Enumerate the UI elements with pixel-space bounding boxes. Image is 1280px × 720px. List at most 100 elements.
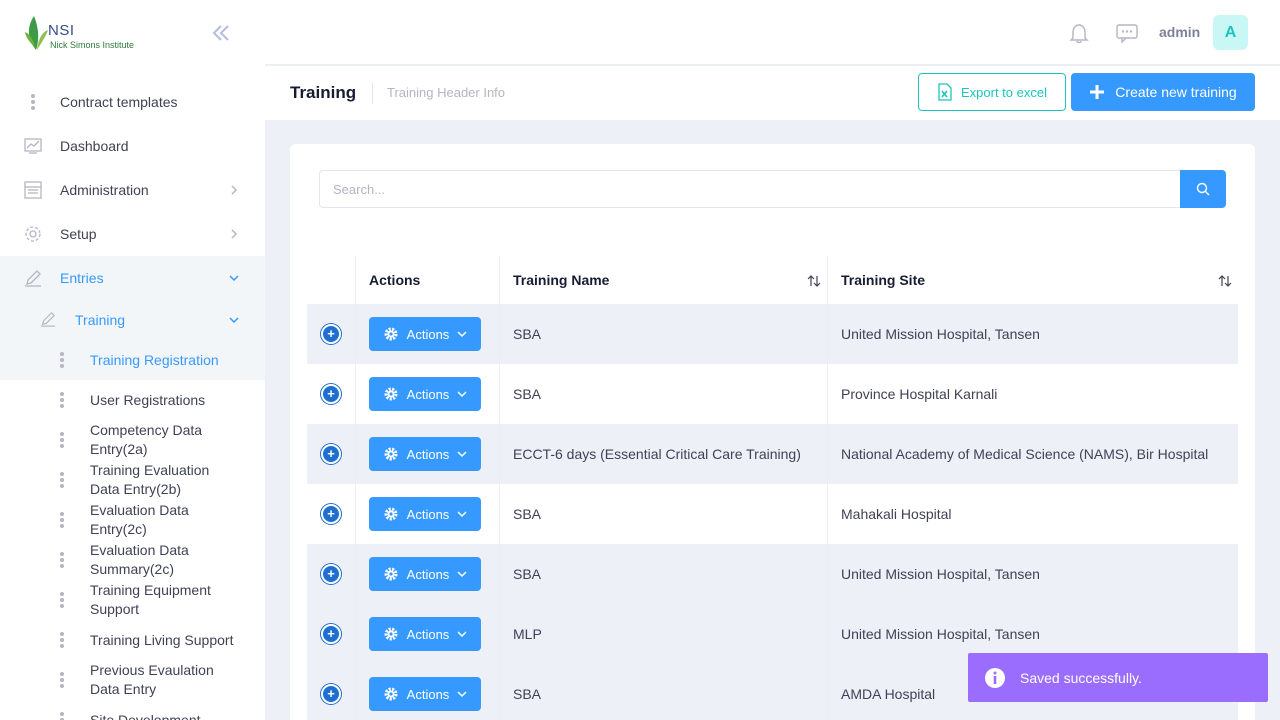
sidebar-leaf-user-registrations[interactable]: User Registrations — [0, 380, 265, 420]
row-actions-label: Actions — [406, 566, 450, 582]
search-button[interactable] — [1180, 170, 1226, 208]
sidebar-leaf-label: Competency Data Entry(2a) — [90, 422, 203, 457]
sidebar-leaf-site-development[interactable]: Site Development — [0, 700, 265, 720]
excel-file-icon — [938, 83, 952, 101]
sidebar-leaf-label: Training Equipment Support — [90, 582, 211, 617]
dots-vertical-icon — [60, 592, 64, 608]
dots-vertical-icon — [60, 512, 64, 528]
training-name-cell: ECCT-6 days (Essential Critical Care Tra… — [499, 424, 827, 484]
sidebar-item-label: Dashboard — [60, 138, 129, 154]
row-actions-button[interactable]: Actions — [369, 317, 481, 351]
brand-name: NSI — [48, 22, 75, 39]
dots-vertical-icon — [60, 672, 64, 688]
sidebar-leaf-competency[interactable]: Competency Data Entry(2a) — [0, 420, 265, 460]
expand-row-button[interactable]: + — [321, 444, 341, 464]
sidebar-item-dashboard[interactable]: Dashboard — [0, 124, 265, 168]
sidebar-leaf-label: Training Living Support — [90, 631, 234, 648]
actions-cell: Actions — [355, 604, 499, 664]
search-icon — [1196, 182, 1210, 196]
gear-icon — [384, 387, 398, 401]
search-input[interactable] — [319, 170, 1181, 208]
column-header-training-name[interactable]: Training Name — [499, 256, 827, 304]
table-header: Actions Training Name Training Site — [307, 256, 1238, 304]
dots-vertical-icon — [60, 392, 64, 408]
expand-row-button[interactable]: + — [321, 564, 341, 584]
expand-cell: + — [307, 304, 355, 364]
training-site-cell: United Mission Hospital, Tansen — [827, 304, 1238, 364]
gear-icon — [384, 627, 398, 641]
expand-row-button[interactable]: + — [321, 324, 341, 344]
sidebar-leaf-training-registration[interactable]: Training Registration — [0, 340, 265, 380]
sidebar-item-label: Contract templates — [60, 94, 178, 110]
sort-icon[interactable] — [807, 274, 821, 288]
sidebar-collapse-button[interactable] — [210, 22, 232, 44]
dots-vertical-icon — [60, 552, 64, 568]
export-excel-button[interactable]: Export to excel — [918, 73, 1066, 111]
actions-cell: Actions — [355, 664, 499, 720]
sidebar-item-label: Entries — [60, 270, 104, 286]
sidebar-leaf-evaluation-entry[interactable]: Evaluation Data Entry(2c) — [0, 500, 265, 540]
sidebar-leaf-living-support[interactable]: Training Living Support — [0, 620, 265, 660]
sidebar-item-contract-templates[interactable]: Contract templates — [0, 80, 265, 124]
expand-row-button[interactable]: + — [321, 624, 341, 644]
sidebar-item-setup[interactable]: Setup — [0, 212, 265, 256]
training-name-cell: SBA — [499, 544, 827, 604]
sidebar-leaf-evaluation-summary[interactable]: Evaluation Data Summary(2c) — [0, 540, 265, 580]
sidebar-leaf-label: Evaluation Data Entry(2c) — [90, 502, 189, 537]
expand-row-button[interactable]: + — [321, 384, 341, 404]
column-header-training-site[interactable]: Training Site — [827, 256, 1238, 304]
actions-cell: Actions — [355, 484, 499, 544]
expand-cell: + — [307, 484, 355, 544]
chart-icon — [24, 137, 42, 155]
row-actions-button[interactable]: Actions — [369, 677, 481, 711]
table-row: + Actions ECCT-6 days (Essential Critica… — [307, 424, 1238, 484]
plus-icon — [1090, 85, 1105, 99]
chevron-down-icon — [457, 631, 467, 638]
gear-icon — [384, 507, 398, 521]
chat-icon[interactable] — [1115, 22, 1139, 44]
row-actions-button[interactable]: Actions — [369, 617, 481, 651]
row-actions-button[interactable]: Actions — [369, 497, 481, 531]
avatar[interactable]: A — [1213, 15, 1248, 50]
training-table: Actions Training Name Training Site + Ac… — [307, 256, 1238, 720]
user-name[interactable]: admin — [1159, 24, 1200, 40]
success-toast[interactable]: Saved successfully. — [968, 653, 1268, 702]
leaf-logo-icon — [25, 16, 48, 50]
pencil-icon — [24, 269, 42, 287]
sidebar-subitem-training[interactable]: Training — [0, 300, 265, 340]
row-actions-button[interactable]: Actions — [369, 437, 481, 471]
dots-vertical-icon — [60, 712, 64, 720]
dots-vertical-icon — [60, 352, 64, 368]
gear-icon — [384, 447, 398, 461]
expand-row-button[interactable]: + — [321, 684, 341, 704]
chevron-down-icon — [457, 451, 467, 458]
row-actions-button[interactable]: Actions — [369, 557, 481, 591]
gear-icon — [384, 687, 398, 701]
actions-cell: Actions — [355, 544, 499, 604]
sidebar-leaf-previous-evaluation[interactable]: Previous Evaulation Data Entry — [0, 660, 265, 700]
create-training-label: Create new training — [1115, 84, 1237, 100]
sidebar-leaf-label: Previous Evaulation Data Entry — [90, 662, 214, 697]
row-actions-label: Actions — [406, 506, 450, 522]
sidebar-item-administration[interactable]: Administration — [0, 168, 265, 212]
sidebar-leaf-equipment-support[interactable]: Training Equipment Support — [0, 580, 265, 620]
chevron-down-icon — [457, 331, 467, 338]
sort-icon[interactable] — [1218, 274, 1232, 288]
brand-logo[interactable]: NSI Nick Simons Institute — [24, 12, 154, 54]
layout-icon — [24, 181, 42, 199]
expand-cell: + — [307, 424, 355, 484]
expand-row-button[interactable]: + — [321, 504, 341, 524]
sidebar-item-entries[interactable]: Entries — [0, 256, 265, 300]
sidebar-leaf-label: Site Development — [90, 711, 201, 720]
toast-message: Saved successfully. — [1020, 669, 1142, 686]
training-name-cell: SBA — [499, 664, 827, 720]
sidebar-leaf-training-evaluation[interactable]: Training Evaluation Data Entry(2b) — [0, 460, 265, 500]
chevron-down-icon — [457, 691, 467, 698]
create-training-button[interactable]: Create new training — [1071, 73, 1255, 111]
brand-subtitle: Nick Simons Institute — [50, 40, 135, 50]
training-name-cell: MLP — [499, 604, 827, 664]
chevron-down-icon — [457, 391, 467, 398]
bell-icon[interactable] — [1068, 22, 1090, 44]
row-actions-button[interactable]: Actions — [369, 377, 481, 411]
chevron-down-icon — [457, 511, 467, 518]
